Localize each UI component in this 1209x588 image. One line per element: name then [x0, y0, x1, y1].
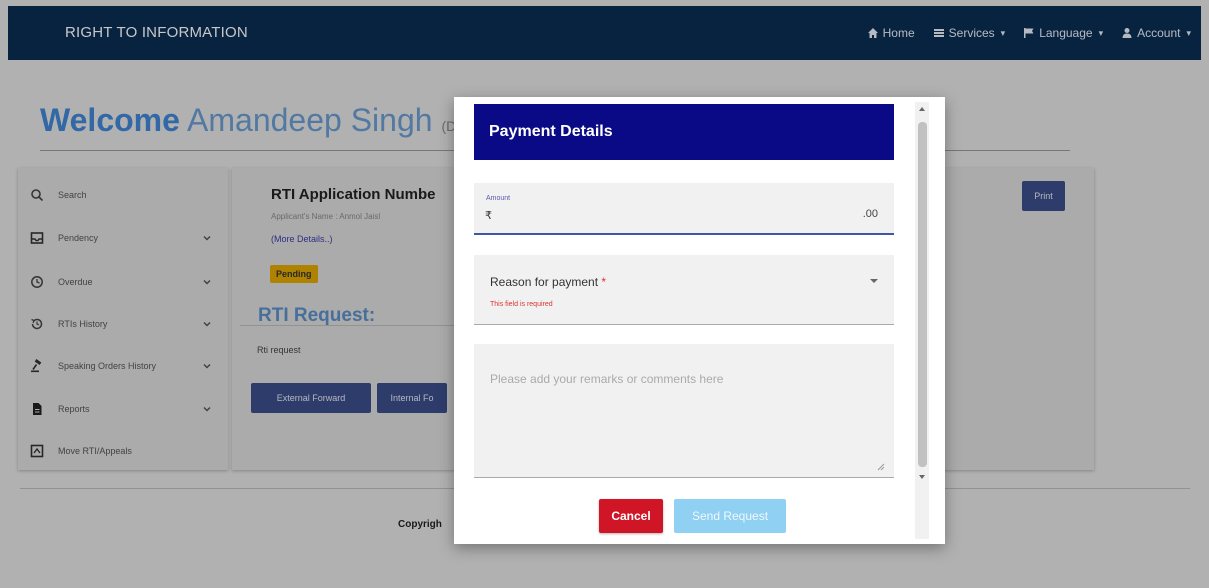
rupee-icon: ₹	[485, 210, 492, 222]
modal-scrollbar[interactable]	[915, 102, 929, 539]
reason-error-message: This field is required	[490, 301, 553, 308]
scroll-down-arrow-icon[interactable]	[919, 475, 925, 479]
remarks-textarea[interactable]	[474, 344, 894, 478]
send-request-button[interactable]: Send Request	[674, 499, 786, 533]
resize-handle-icon[interactable]	[875, 461, 885, 471]
modal-title: Payment Details	[474, 104, 894, 160]
cancel-button[interactable]: Cancel	[599, 499, 663, 533]
required-marker: *	[601, 275, 607, 289]
payment-details-modal: Payment Details Amount ₹ .00 Reason for …	[454, 97, 945, 544]
reason-select[interactable]: Reason for payment * This field is requi…	[474, 255, 894, 325]
reason-label: Reason for payment *	[490, 275, 607, 289]
scrollbar-thumb[interactable]	[918, 122, 927, 467]
dropdown-arrow-icon	[870, 279, 878, 283]
amount-label: Amount	[486, 195, 511, 202]
scroll-up-arrow-icon[interactable]	[919, 107, 925, 111]
amount-field[interactable]: Amount ₹ .00	[474, 183, 894, 235]
amount-decimals: .00	[862, 208, 878, 220]
